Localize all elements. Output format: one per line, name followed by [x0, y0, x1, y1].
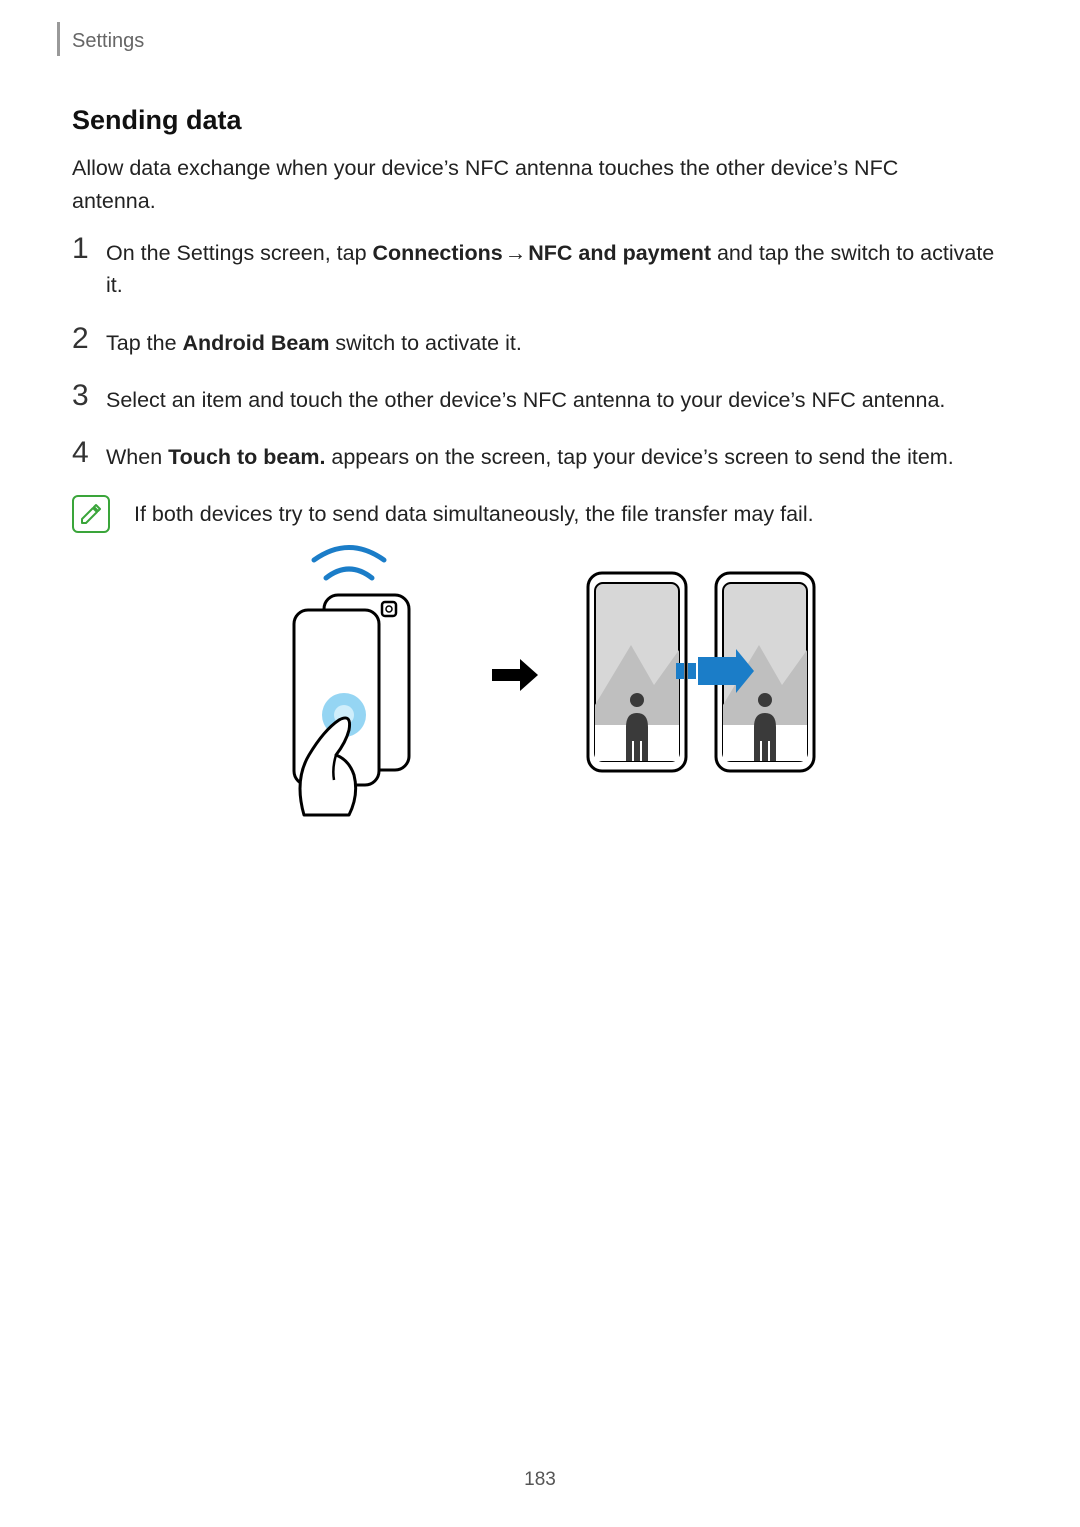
step-2: 2 Tap the Android Beam switch to activat… [72, 324, 1012, 359]
step-body: Select an item and touch the other devic… [106, 381, 945, 416]
step-body: When Touch to beam. appears on the scree… [106, 438, 954, 473]
step-number: 2 [72, 324, 106, 354]
step-bold: Connections [373, 241, 503, 265]
step-4: 4 When Touch to beam. appears on the scr… [72, 438, 1012, 473]
arrow-right-icon: → [503, 237, 529, 269]
step-body: Tap the Android Beam switch to activate … [106, 324, 522, 359]
step-bold: NFC and payment [528, 241, 711, 265]
note-text: If both devices try to send data simulta… [134, 502, 814, 527]
note-icon [72, 495, 110, 533]
step-text: Select an item and touch the other devic… [106, 388, 945, 412]
step-3: 3 Select an item and touch the other dev… [72, 381, 1012, 416]
header-divider [57, 22, 60, 56]
note-row: If both devices try to send data simulta… [72, 495, 1012, 533]
page: Settings Sending data Allow data exchang… [0, 0, 1080, 1527]
illustration-group [254, 530, 826, 820]
phones-touch-icon [254, 530, 454, 820]
step-number: 1 [72, 234, 106, 264]
step-text: appears on the screen, tap your device’s… [325, 445, 953, 469]
arrow-right-icon [490, 655, 540, 695]
step-text: switch to activate it. [329, 331, 521, 355]
step-number: 4 [72, 438, 106, 468]
steps-list: 1 On the Settings screen, tap Connection… [72, 220, 1012, 533]
breadcrumb: Settings [72, 30, 144, 53]
pencil-note-icon [79, 502, 103, 526]
section-intro: Allow data exchange when your device’s N… [72, 152, 972, 219]
phones-transfer-icon [576, 555, 826, 795]
step-1: 1 On the Settings screen, tap Connection… [72, 234, 1012, 302]
step-text: Tap the [106, 331, 183, 355]
step-body: On the Settings screen, tap Connections … [106, 234, 1012, 302]
step-bold: Touch to beam. [168, 445, 325, 469]
section-title: Sending data [72, 105, 242, 136]
step-number: 3 [72, 381, 106, 411]
illustration [0, 530, 1080, 820]
step-text: On the Settings screen, tap [106, 241, 373, 265]
page-number: 183 [0, 1469, 1080, 1491]
step-text: When [106, 445, 168, 469]
step-bold: Android Beam [183, 331, 330, 355]
